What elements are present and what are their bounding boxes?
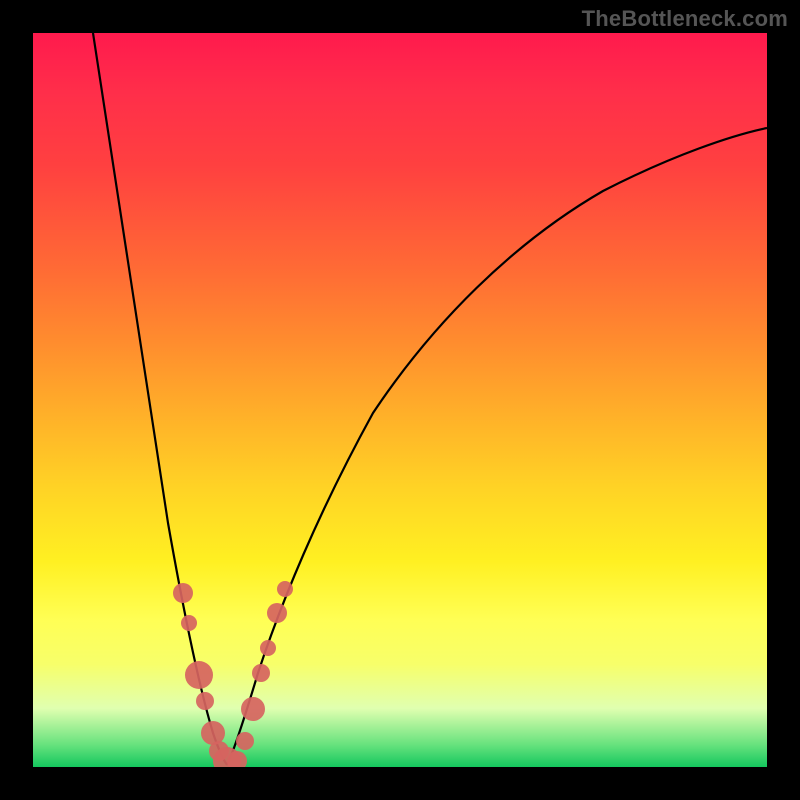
marker-dot — [173, 583, 193, 603]
marker-dot — [241, 697, 265, 721]
curves-svg — [33, 33, 767, 767]
curve-left-branch — [93, 33, 227, 765]
marker-dot — [252, 664, 270, 682]
curve-right-branch — [227, 128, 767, 765]
marker-dot — [196, 692, 214, 710]
marker-dot — [267, 603, 287, 623]
plot-area — [33, 33, 767, 767]
watermark-text: TheBottleneck.com — [582, 6, 788, 32]
curve-group — [93, 33, 767, 765]
marker-dot — [185, 661, 213, 689]
markers-group — [173, 581, 293, 767]
marker-dot — [181, 615, 197, 631]
marker-dot — [277, 581, 293, 597]
marker-dot — [260, 640, 276, 656]
chart-container: TheBottleneck.com — [0, 0, 800, 800]
marker-dot — [236, 732, 254, 750]
